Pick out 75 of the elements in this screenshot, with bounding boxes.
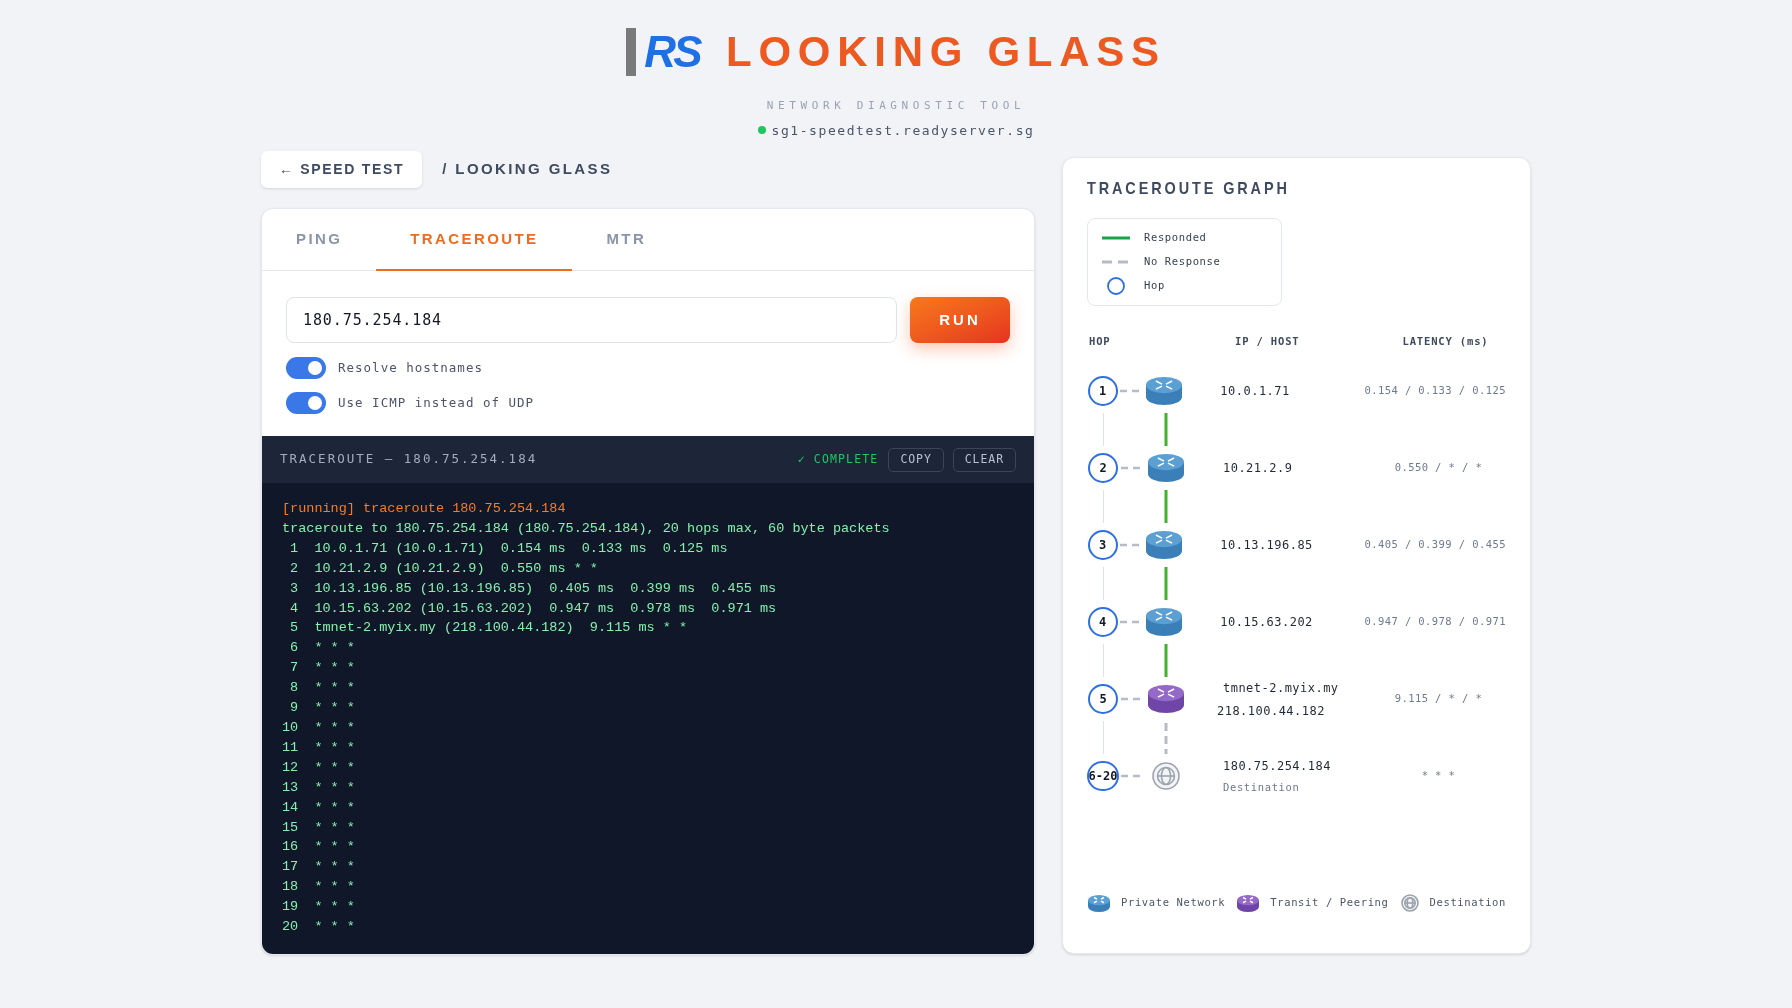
column-header: IP / HOST <box>1235 333 1301 349</box>
dashed-line-icon <box>1121 466 1143 471</box>
terminal-line: traceroute to 180.75.254.184 (180.75.254.184), 20 hops max, 60 byte packets <box>282 519 891 538</box>
hop-latency: 0.154 / 0.133 / 0.125 <box>1364 383 1506 399</box>
terminal-line: 2 10.21.2.9 (10.21.2.9) 0.550 ms * * <box>289 559 599 578</box>
hop-number: 4 <box>1087 607 1118 638</box>
legend-label: Destination <box>1429 895 1506 911</box>
hop-note: Destination <box>1223 779 1301 795</box>
terminal-line: 15 * * * <box>282 818 356 837</box>
terminal-title: TRACEROUTE — 180.75.254.184 <box>280 450 538 469</box>
terminal-line: 9 * * * <box>289 699 356 718</box>
terminal-button[interactable]: COPY <box>888 447 944 472</box>
dashed-line-icon <box>1121 697 1143 702</box>
terminal-line: 18 * * * <box>282 878 356 897</box>
dashed-line-icon <box>1102 259 1130 264</box>
column-header: HOP <box>1088 333 1112 349</box>
dashed-line-icon <box>1119 389 1142 394</box>
back-button[interactable]: ← SPEED TEST <box>261 151 423 188</box>
page-title: LOOKING GLASS <box>726 31 1166 73</box>
terminal-line: 6 * * * <box>289 639 356 658</box>
hop-number: 2 <box>1088 453 1118 484</box>
logo: RS <box>626 28 701 76</box>
terminal-line: 16 * * * <box>282 838 356 857</box>
hop-latency: 0.405 / 0.399 / 0.455 <box>1364 537 1506 553</box>
hop-host: 10.13.196.85 <box>1220 537 1314 555</box>
terminal-button[interactable]: CLEAR <box>952 447 1016 472</box>
line-icon <box>1102 235 1130 240</box>
hop-latency: * * * <box>1421 768 1456 784</box>
terminal-line: 17 * * * <box>282 858 356 877</box>
hop-host: 10.21.2.9 <box>1223 460 1294 478</box>
terminal-line: 14 * * * <box>282 798 356 817</box>
hop-host: 10.15.63.202 <box>1220 614 1314 632</box>
terminal-line: 13 * * * <box>282 778 356 797</box>
toggle-switch[interactable] <box>286 357 326 379</box>
terminal-line: 8 * * * <box>289 679 356 698</box>
hop-number: 1 <box>1087 376 1118 407</box>
hop-host: tmnet-2.myix.my <box>1223 679 1340 697</box>
terminal-line: 12 * * * <box>282 758 356 777</box>
legend-label: Private Network <box>1121 895 1226 911</box>
subtitle: NETWORK DIAGNOSTIC TOOL <box>766 98 1026 114</box>
toggle-switch[interactable] <box>286 392 326 414</box>
terminal-line: 1 10.0.1.71 (10.0.1.71) 0.154 ms 0.133 ms 0.125 ms <box>289 539 729 558</box>
terminal-line: 7 * * * <box>289 659 356 678</box>
dashed-line-icon <box>1119 543 1142 548</box>
legend-label: Responded <box>1144 229 1207 245</box>
dashed-line-icon <box>1119 620 1142 625</box>
terminal-line: [running] traceroute 180.75.254.184 <box>282 500 567 518</box>
hop-latency: 0.550 / * / * <box>1394 460 1483 476</box>
terminal-line: 11 * * * <box>282 738 356 757</box>
terminal-line: 3 10.13.196.85 (10.13.196.85) 0.405 ms 0.399 ms 0.455 ms <box>289 579 778 598</box>
hop-number: 3 <box>1087 530 1118 561</box>
hop-latency: 9.115 / * / * <box>1394 691 1483 707</box>
hop-host: 180.75.254.184 <box>1223 757 1332 775</box>
legend-label: No Response <box>1144 253 1221 269</box>
legend-label: Hop <box>1144 277 1165 293</box>
column-header: LATENCY (ms) <box>1401 333 1490 349</box>
hop-host: 10.0.1.71 <box>1220 383 1291 401</box>
status-label: ✓ COMPLETE <box>797 450 879 468</box>
server-host: sg1-speedtest.readyserver.sg <box>771 121 1035 140</box>
terminal-line: 19 * * * <box>282 898 356 917</box>
hop-number: 5 <box>1088 684 1118 715</box>
terminal-line: 10 * * * <box>282 718 356 737</box>
terminal-line: 20 * * * <box>282 918 356 937</box>
hop-latency: 0.947 / 0.978 / 0.971 <box>1364 614 1506 630</box>
target-input[interactable]: 180.75.254.184 <box>286 297 897 343</box>
breadcrumb-current: / LOOKING GLASS <box>442 159 613 180</box>
toggle-label: Use ICMP instead of UDP <box>338 393 535 412</box>
legend-label: Transit / Peering <box>1270 895 1389 911</box>
terminal-line: 4 10.15.63.202 (10.15.63.202) 0.947 ms 0.978 ms 0.971 ms <box>289 599 778 618</box>
terminal-line: 5 tmnet-2.myix.my (218.100.44.182) 9.115 ms * * <box>289 619 689 638</box>
hop-ip: 218.100.44.182 <box>1217 702 1326 720</box>
dashed-line-icon <box>1121 774 1143 779</box>
graph-title: TRACEROUTE GRAPH <box>1087 178 1291 200</box>
hop-number: 6-20 <box>1087 761 1119 792</box>
toggle-label: Resolve hostnames <box>338 358 483 377</box>
